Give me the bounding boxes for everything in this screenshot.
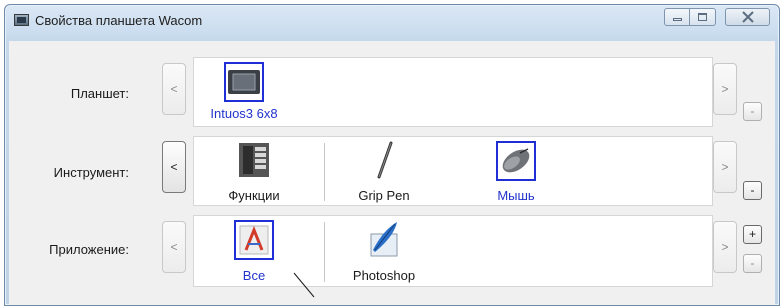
tablet-thumb — [224, 62, 264, 102]
tool-row-label: Инструмент: — [53, 165, 129, 180]
all-apps-label: Все — [242, 268, 266, 283]
wacom-properties-window: Свойства планшета Wacom Планшет: < Intuo… — [4, 4, 780, 306]
tool-strip: Функции Grip Pen Мышь — [193, 136, 713, 206]
tool-item-functions[interactable]: Функции — [214, 141, 294, 203]
photoshop-label: Photoshop — [352, 268, 416, 283]
tablet-item-intuos3[interactable]: Intuos3 6x8 — [204, 62, 284, 124]
main-panel: Планшет: < Intuos3 6x8 > - Инструмент: < — [9, 41, 775, 305]
title-bar[interactable]: Свойства планшета Wacom — [5, 5, 779, 35]
mouse-thumb — [496, 141, 536, 181]
minimize-button[interactable] — [664, 8, 690, 26]
tablet-strip: Intuos3 6x8 — [193, 57, 713, 127]
tool-scroll-right-button[interactable]: > — [713, 141, 737, 193]
tablet-icon — [228, 70, 260, 94]
application-remove-button[interactable]: - — [743, 254, 762, 273]
tablet-row-label: Планшет: — [70, 86, 129, 101]
maximize-button[interactable] — [690, 8, 716, 26]
tablet-scroll-left-button[interactable]: < — [162, 63, 186, 115]
tool-separator — [324, 143, 325, 201]
application-scroll-right-button[interactable]: > — [713, 221, 737, 273]
functions-icon — [239, 143, 269, 177]
all-apps-icon — [239, 225, 269, 255]
close-button[interactable] — [725, 8, 770, 26]
tablet-item-label: Intuos3 6x8 — [210, 106, 278, 121]
tool-item-grip-pen[interactable]: Grip Pen — [344, 141, 424, 203]
functions-label: Функции — [228, 188, 280, 203]
functions-thumb — [234, 141, 274, 181]
close-icon — [742, 11, 754, 23]
application-row-label: Приложение: — [49, 242, 129, 257]
mouse-icon — [502, 148, 530, 173]
all-apps-thumb — [234, 220, 274, 260]
photoshop-thumb — [364, 220, 404, 260]
pen-thumb — [364, 141, 404, 181]
application-item-all[interactable]: Все — [214, 220, 294, 284]
grip-pen-label: Grip Pen — [358, 188, 410, 203]
application-item-photoshop[interactable]: Photoshop — [344, 220, 424, 284]
tablet-app-icon — [14, 14, 29, 26]
photoshop-icon — [370, 222, 398, 257]
tablet-scroll-right-button[interactable]: > — [713, 63, 737, 115]
window-title: Свойства планшета Wacom — [35, 13, 203, 28]
pen-icon — [377, 141, 393, 179]
tool-scroll-left-button[interactable]: < — [162, 141, 186, 193]
tablet-remove-button[interactable]: - — [743, 102, 762, 121]
mouse-pointer-line — [293, 272, 315, 298]
tool-remove-button[interactable]: - — [743, 181, 762, 200]
application-add-button[interactable]: + — [743, 225, 762, 244]
mouse-label: Мышь — [497, 188, 535, 203]
tool-item-mouse[interactable]: Мышь — [476, 141, 556, 203]
application-scroll-left-button[interactable]: < — [162, 221, 186, 273]
application-strip: Все Photoshop — [193, 215, 713, 287]
